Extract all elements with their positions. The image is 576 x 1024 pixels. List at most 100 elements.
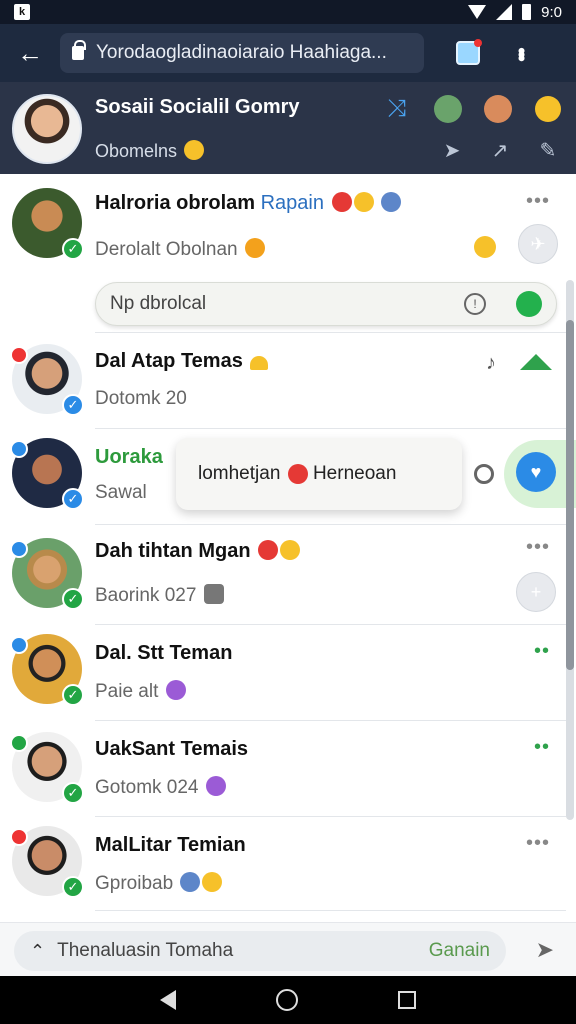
more-options-icon[interactable]: •••: [526, 536, 550, 559]
overflow-menu-icon[interactable]: •••: [509, 47, 534, 58]
chat-message: Gotomk 024: [95, 776, 226, 799]
emoji-icon: [287, 464, 308, 484]
url-bar[interactable]: Yorodaogladinaoiaraio Haahiaga...: [60, 33, 424, 73]
chat-name: UakSant Temais: [95, 738, 249, 760]
compose-bar: ⌃ Thenaluasin Tomaha Ganain ➤: [0, 922, 576, 976]
whatsapp-icon[interactable]: [516, 291, 542, 317]
badge-icon: [10, 734, 28, 752]
divider: [95, 720, 566, 721]
nav-recents-icon[interactable]: [398, 991, 416, 1009]
avatar: ✓: [10, 344, 84, 416]
emoji-icon: [184, 140, 205, 160]
divider: [95, 428, 566, 429]
up-arrow-icon[interactable]: ⌃: [30, 941, 45, 962]
back-arrow-icon[interactable]: ←: [0, 38, 60, 69]
badge-icon: [10, 346, 28, 364]
popup-text: lomhetjan: [198, 463, 281, 484]
share-icon[interactable]: ↗: [488, 138, 512, 162]
inline-search-bar[interactable]: Np dbrolcal !: [95, 282, 557, 326]
avatar: ✓: [10, 634, 84, 706]
chat-list: ✓ Halroria obrolam Rapain ••• Derolalt O…: [0, 176, 576, 922]
context-popup[interactable]: lomhetjan Herneoan: [176, 438, 462, 510]
friend-avatar-icon[interactable]: [432, 94, 462, 124]
send-icon[interactable]: ➤: [440, 138, 464, 162]
online-check-icon: ✓: [62, 782, 84, 804]
chat-name: MalLitar Temian: [95, 834, 246, 856]
chat-row[interactable]: ✓ Dah tihtan Mgan ••• Baorink 027 +: [0, 524, 566, 624]
reply-icon[interactable]: ✈: [518, 224, 558, 264]
smile-icon[interactable]: [532, 94, 562, 124]
verified-icon: ✓: [62, 488, 84, 510]
online-check-icon: ✓: [62, 238, 84, 260]
chat-row[interactable]: ✓ Dal. Stt Teman •• Paie alt: [0, 624, 566, 720]
nav-back-icon[interactable]: [160, 990, 176, 1010]
profile-avatar[interactable]: [12, 94, 82, 164]
divider: [95, 332, 566, 333]
avatar: ✓: [10, 438, 84, 510]
nav-home-icon[interactable]: [276, 989, 298, 1011]
chat-message: Baorink 027: [95, 584, 224, 607]
more-options-icon[interactable]: •••: [526, 190, 550, 213]
app-header: Sosaii Socialil Gomry Obomelns ⤨ ➤ ↗ ✎: [0, 82, 576, 174]
scrollbar-thumb[interactable]: [566, 320, 574, 670]
divider: [95, 816, 566, 817]
avatar: ✓: [12, 188, 84, 260]
divider: [95, 624, 566, 625]
chat-message: Derolalt Obolnan: [95, 238, 265, 261]
signal-icon: [496, 4, 513, 20]
app-title: Sosaii Socialil Gomry: [95, 96, 300, 118]
chat-row[interactable]: ✓ Halroria obrolam Rapain ••• Derolalt O…: [0, 176, 566, 276]
send-icon[interactable]: ➤: [536, 937, 554, 963]
chat-message: Sawal: [95, 482, 147, 503]
chat-name: Uoraka: [95, 446, 163, 468]
more-options-icon[interactable]: ••: [534, 640, 550, 663]
url-text: Yorodaogladinaoiaraio Haahiaga...: [96, 42, 387, 63]
heart-action-icon[interactable]: ♥: [516, 452, 556, 492]
divider: [95, 910, 566, 911]
online-check-icon: ✓: [62, 876, 84, 898]
popup-text-2: Herneoan: [312, 463, 397, 484]
system-navigation-bar: [0, 976, 576, 1024]
app-notification-icon: k: [14, 4, 30, 20]
online-check-icon: ✓: [62, 588, 84, 610]
more-options-icon[interactable]: •••: [526, 832, 550, 855]
emoji-icon: [474, 236, 496, 258]
chart-icon[interactable]: ♪: [486, 352, 496, 375]
edit-icon[interactable]: ✎: [536, 138, 560, 162]
compose-action-button[interactable]: Ganain: [429, 940, 490, 962]
scrollbar[interactable]: [566, 280, 574, 820]
mountain-icon[interactable]: [520, 354, 552, 370]
avatar: ✓: [10, 538, 84, 610]
message-input[interactable]: ⌃ Thenaluasin Tomaha Ganain: [14, 931, 506, 971]
more-options-icon[interactable]: ••: [534, 736, 550, 759]
chat-message: Paie alt: [95, 680, 186, 703]
chat-row[interactable]: ✓ UakSant Temais •• Gotomk 024: [0, 720, 566, 816]
add-icon[interactable]: +: [516, 572, 556, 612]
lock-icon: [72, 40, 86, 60]
chat-name: Dah tihtan Mgan: [95, 540, 301, 563]
verified-icon: ✓: [62, 394, 84, 416]
badge-icon: [10, 828, 28, 846]
chat-message: Dotomk 20: [95, 388, 187, 409]
browser-toolbar: ← Yorodaogladinaoiaraio Haahiaga... •••: [0, 24, 576, 82]
chat-message: Gproibab: [95, 872, 223, 895]
chat-name: Dal. Stt Teman: [95, 642, 233, 664]
divider: [95, 524, 566, 525]
avatar: ✓: [10, 732, 84, 804]
badge-icon: [10, 636, 28, 654]
chat-row[interactable]: ✓ Dal Atap Temas Dotomk 20 ♪: [0, 332, 566, 428]
friend-avatar-icon[interactable]: [482, 94, 512, 124]
status-ring-icon[interactable]: [474, 464, 494, 484]
chat-row[interactable]: ✓ MalLitar Temian ••• Gproibab: [0, 816, 566, 916]
online-check-icon: ✓: [62, 684, 84, 706]
shuffle-icon[interactable]: ⤨: [382, 94, 412, 124]
tabs-icon[interactable]: [456, 39, 482, 65]
battery-icon: [522, 4, 532, 20]
message-placeholder: Thenaluasin Tomaha: [57, 940, 234, 961]
avatar: ✓: [10, 826, 84, 898]
status-bar: k 9:0: [0, 0, 576, 24]
info-icon[interactable]: !: [464, 293, 486, 315]
search-placeholder: Np dbrolcal: [110, 293, 207, 314]
app-subtitle: Obomelns: [95, 140, 205, 162]
badge-icon: [10, 440, 28, 458]
